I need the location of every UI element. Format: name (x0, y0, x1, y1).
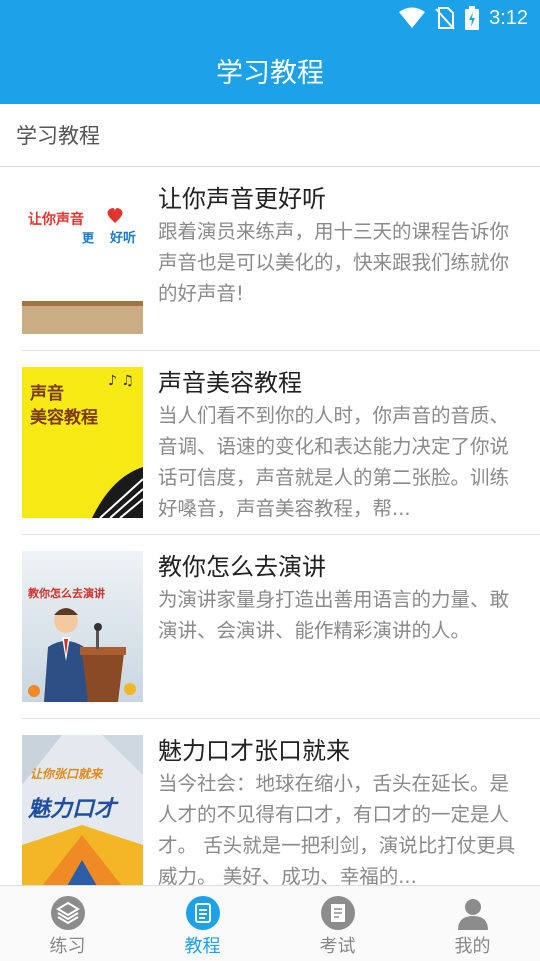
tab-label: 教程 (184, 936, 221, 957)
tab-label: 练习 (49, 936, 86, 957)
status-bar: 3:12 (0, 0, 540, 36)
thumb-text: 好听 (110, 231, 137, 246)
tab-label: 考试 (319, 936, 356, 957)
list-item[interactable]: 让你张口就来 魅力口才 魅力口才张口就来 当今社会：地球在缩小，舌头在延长。是人… (0, 719, 540, 885)
item-thumbnail: ♪ ♫ 声音 美容教程 (22, 367, 143, 518)
tab-mine[interactable]: 我的 (405, 886, 540, 961)
item-description: 跟着演员来练声，用十三天的课程告诉你声音也是可以美化的，快来跟我们练就你的好声音… (158, 220, 510, 305)
list-item[interactable]: ♪ ♫ 声音 美容教程 声音美容教程 当人们看不到你的人时，你声音的音质、音调、… (0, 351, 540, 535)
layers-icon (50, 896, 85, 930)
status-time: 3:12 (489, 6, 528, 29)
no-sim-icon (435, 7, 455, 30)
tab-label: 我的 (454, 936, 491, 957)
thumb-text: 让你声音 (28, 212, 84, 228)
person-icon (456, 896, 490, 930)
item-thumbnail: 让你张口就来 魅力口才 (22, 735, 143, 885)
item-title: 教你怎么去演讲 (158, 553, 326, 581)
item-description: 为演讲家量身打造出善用语言的力量、敢演讲、会演讲、能作精彩演讲的人。 (158, 588, 510, 642)
thumb-text: 让你张口就来 (30, 767, 103, 781)
item-title: 魅力口才张口就来 (158, 737, 350, 765)
list-item[interactable]: 让你声音 更 好听 让你声音更好听 跟着演员来练声，用十三天的课程告诉你声音也是… (0, 167, 540, 351)
thumb-text: 声音 (30, 384, 64, 404)
item-title: 让你声音更好听 (158, 185, 326, 213)
tab-exam[interactable]: 考试 (270, 886, 405, 961)
page-title: 学习教程 (216, 57, 324, 89)
tab-tutorial[interactable]: 教程 (135, 886, 270, 961)
tab-practice[interactable]: 练习 (0, 886, 135, 961)
bottom-nav: 练习 教程 考试 我的 (0, 885, 540, 961)
list-item[interactable]: 教你怎么去演讲 教你怎么去演讲 为演讲家量身打造出善用语言的力量、敢演讲、会演讲… (0, 535, 540, 719)
battery-charging-icon (465, 6, 480, 30)
thumb-text: 美容教程 (30, 408, 98, 428)
section-title: 学习教程 (16, 124, 100, 148)
thumb-text: 教你怎么去演讲 (28, 587, 105, 600)
item-thumbnail: 教你怎么去演讲 (22, 551, 143, 702)
item-thumbnail: 让你声音 更 好听 (22, 183, 143, 334)
item-description: 当人们看不到你的人时，你声音的音质、音调、语速的变化和表达能力决定了你说话可信度… (158, 404, 510, 520)
thumb-text: 更 (82, 231, 95, 245)
exam-paper-icon (320, 896, 355, 930)
tutorial-list: 让你声音 更 好听 让你声音更好听 跟着演员来练声，用十三天的课程告诉你声音也是… (0, 167, 540, 885)
section-header: 学习教程 (0, 104, 540, 167)
status-icons: 3:12 (399, 6, 528, 30)
item-title: 声音美容教程 (158, 369, 302, 397)
item-description: 当今社会：地球在缩小，舌头在延长。是人才的不见得有口才，有口才的一定是人才。 舌… (158, 772, 516, 885)
svg-text:♪ ♫: ♪ ♫ (108, 373, 134, 389)
wifi-icon (399, 7, 426, 28)
document-icon (185, 896, 220, 930)
thumb-text: 魅力口才 (28, 797, 117, 822)
app-bar: 学习教程 (0, 36, 540, 104)
